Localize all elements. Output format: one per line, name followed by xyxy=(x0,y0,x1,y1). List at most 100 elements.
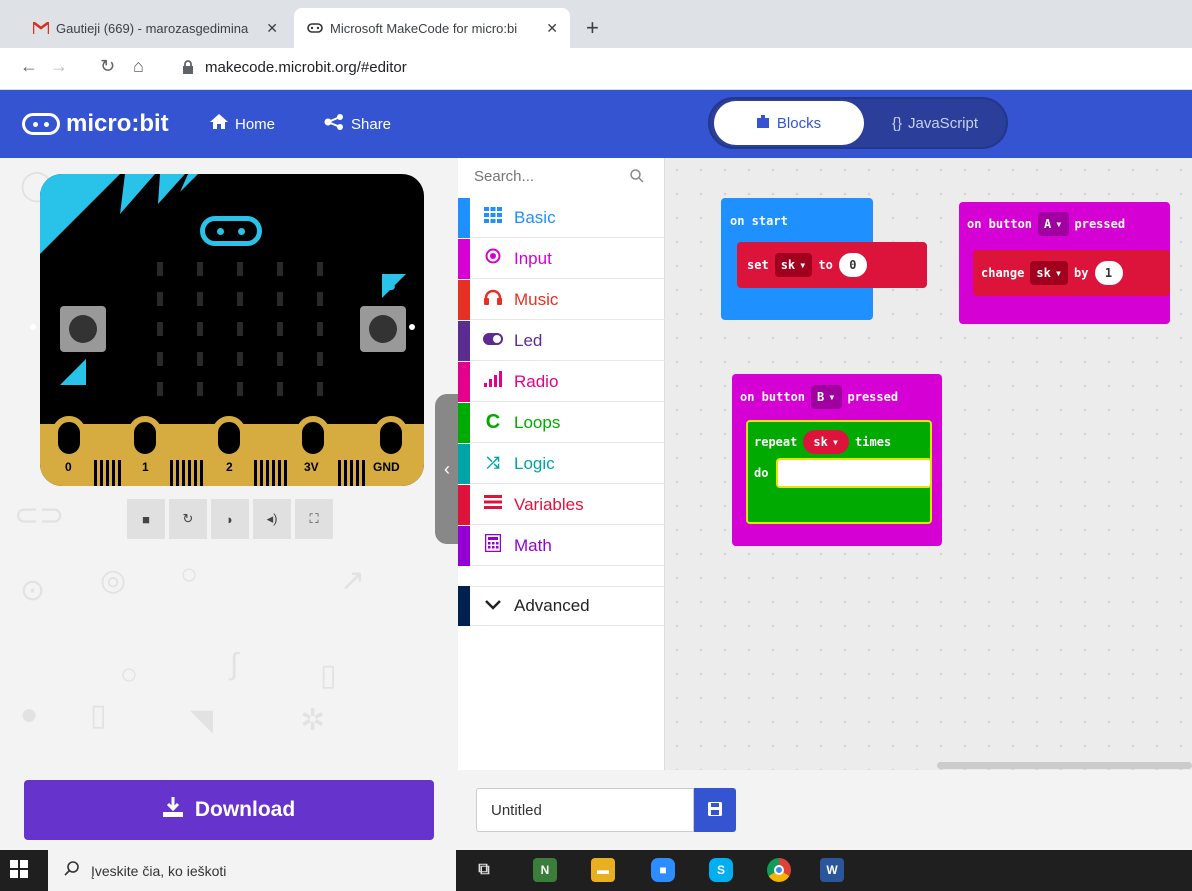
new-tab-button[interactable]: + xyxy=(586,15,599,41)
restart-button[interactable]: ↻ xyxy=(169,499,207,539)
category-advanced[interactable]: Advanced xyxy=(458,586,665,626)
button-name: A xyxy=(1044,217,1052,231)
target-icon xyxy=(482,248,504,269)
category-label: Basic xyxy=(514,207,556,227)
decor-circle-icon: ○ xyxy=(120,658,139,691)
stop-button[interactable]: ■ xyxy=(127,499,165,539)
javascript-label: JavaScript xyxy=(908,114,979,132)
simulator-button-b[interactable] xyxy=(360,306,406,352)
file-explorer-icon[interactable]: ▬ xyxy=(591,858,615,882)
chrome-icon[interactable] xyxy=(767,858,791,882)
category-led[interactable]: Led xyxy=(458,320,665,361)
simulator-button-a[interactable] xyxy=(60,306,106,352)
caret-down-icon: ▾ xyxy=(1054,266,1063,280)
search-input[interactable] xyxy=(474,168,624,185)
save-button[interactable] xyxy=(694,788,736,832)
pin-3v[interactable] xyxy=(296,416,330,460)
microbit-face-icon xyxy=(200,216,262,246)
on-button-b-block[interactable]: on button B ▾ pressed repeat sk ▾ times … xyxy=(732,374,942,546)
javascript-toggle-button[interactable]: {} JavaScript xyxy=(875,101,995,145)
editor-footer: Download xyxy=(0,770,1192,850)
on-button-a-block[interactable]: on button A ▾ pressed change sk ▾ by 1 xyxy=(959,202,1170,324)
simulator-pane: ◯ ⊂⊃ ⊙ ◎ ○ ↗ ○ ∫ ▯ ● ▯ ◥ ✲ A B 0 1 2 3V … xyxy=(0,158,458,770)
caret-down-icon: ▾ xyxy=(828,390,836,404)
change-variable-block[interactable]: change sk ▾ by 1 xyxy=(973,250,1170,296)
slow-mo-button[interactable]: ◗ xyxy=(211,499,249,539)
forward-icon[interactable]: → xyxy=(50,56,68,77)
pin-gnd[interactable] xyxy=(374,416,408,460)
category-variables[interactable]: Variables xyxy=(458,484,665,525)
search-icon[interactable] xyxy=(630,169,644,186)
category-math[interactable]: Math xyxy=(458,525,665,566)
caret-down-icon: ▾ xyxy=(1055,217,1063,231)
category-basic[interactable]: Basic xyxy=(458,197,665,238)
category-logic[interactable]: ⤮ Logic xyxy=(458,443,665,484)
download-button[interactable]: Download xyxy=(24,780,434,840)
number-input[interactable]: 0 xyxy=(838,253,867,277)
variable-name: sk xyxy=(780,258,796,272)
button-dropdown[interactable]: A ▾ xyxy=(1038,212,1069,236)
empty-statement-slot[interactable] xyxy=(776,458,932,488)
block-label: on button xyxy=(967,217,1033,231)
lock-icon[interactable] xyxy=(182,60,194,79)
variable-name: sk xyxy=(1036,266,1051,280)
variable-dropdown[interactable]: sk ▾ xyxy=(1030,261,1069,285)
blocks-toggle-button[interactable]: Blocks xyxy=(714,101,864,145)
gmail-icon xyxy=(32,22,50,34)
pin-0[interactable] xyxy=(52,416,86,460)
simulator-controls: ■ ↻ ◗ ◂) ⛶ xyxy=(127,499,333,539)
reload-icon[interactable]: ↻ xyxy=(100,56,115,77)
stop-icon: ■ xyxy=(142,511,150,527)
skype-icon[interactable]: S xyxy=(709,858,733,882)
blocks-label: Blocks xyxy=(776,114,822,132)
signal-icon xyxy=(482,371,504,392)
share-button[interactable]: Share xyxy=(324,114,391,135)
category-music[interactable]: Music xyxy=(458,279,665,320)
project-name-input[interactable] xyxy=(476,788,694,832)
word-icon[interactable]: W xyxy=(820,858,844,882)
shuffle-icon: ⤮ xyxy=(486,454,500,472)
zoom-icon[interactable]: ■ xyxy=(651,858,675,882)
screenshot-button[interactable]: ⛶ xyxy=(295,499,333,539)
blocks-workspace[interactable]: on start set sk ▾ to 0 on button A ▾ pre… xyxy=(665,158,1192,770)
horizontal-scrollbar[interactable] xyxy=(937,762,1192,769)
windows-start-icon[interactable] xyxy=(10,860,30,880)
loop-icon: C xyxy=(485,411,501,433)
category-loops[interactable]: C Loops xyxy=(458,402,665,443)
grid-icon xyxy=(482,207,504,228)
variable-dropdown[interactable]: sk ▾ xyxy=(774,253,813,277)
pin-label: 1 xyxy=(142,460,149,474)
category-label: Loops xyxy=(514,412,561,432)
on-start-block[interactable]: on start set sk ▾ to 0 xyxy=(721,198,927,320)
button-dropdown[interactable]: B ▾ xyxy=(811,385,842,409)
microbit-board: A B 0 1 2 3V GND xyxy=(40,174,424,486)
windows-taskbar: Įveskite čia, ko ieškoti ⧉ N ▬ ■ S W xyxy=(0,850,1192,891)
mute-button[interactable]: ◂) xyxy=(253,499,291,539)
tab-makecode[interactable]: Microsoft MakeCode for micro:bi ✕ xyxy=(294,8,570,48)
notepad-plus-icon[interactable]: N xyxy=(533,858,557,882)
home-button[interactable]: Home xyxy=(210,114,275,134)
chevron-left-icon: ‹ xyxy=(444,458,450,479)
tab-gmail[interactable]: Gautieji (669) - marozasgedimina ✕ xyxy=(20,8,290,48)
task-view-icon[interactable]: ⧉ xyxy=(472,858,496,882)
number-input[interactable]: 1 xyxy=(1094,261,1123,285)
decor-pill-icon: ▯ xyxy=(320,659,337,692)
url-field[interactable]: makecode.microbit.org/#editor xyxy=(205,59,407,76)
tab-close-icon[interactable]: ✕ xyxy=(546,20,558,37)
variable-reporter[interactable]: sk ▾ xyxy=(803,430,850,454)
category-radio[interactable]: Radio xyxy=(458,361,665,402)
set-variable-block[interactable]: set sk ▾ to 0 xyxy=(737,242,927,288)
home-icon[interactable]: ⌂ xyxy=(133,56,144,77)
collapse-simulator-button[interactable]: ‹ xyxy=(435,394,459,544)
category-input[interactable]: Input xyxy=(458,238,665,279)
back-icon[interactable]: ← xyxy=(20,56,38,77)
pin-label: 3V xyxy=(304,460,319,474)
repeat-loop-block[interactable]: repeat sk ▾ times do xyxy=(746,420,932,524)
button-a-label: A xyxy=(70,369,82,386)
pin-1[interactable] xyxy=(128,416,162,460)
pin-2[interactable] xyxy=(212,416,246,460)
taskbar-search-box[interactable]: Įveskite čia, ko ieškoti xyxy=(48,850,456,891)
microbit-logo[interactable]: micro:bit xyxy=(22,110,169,138)
chevron-down-icon xyxy=(482,597,504,615)
tab-close-icon[interactable]: ✕ xyxy=(266,20,278,37)
